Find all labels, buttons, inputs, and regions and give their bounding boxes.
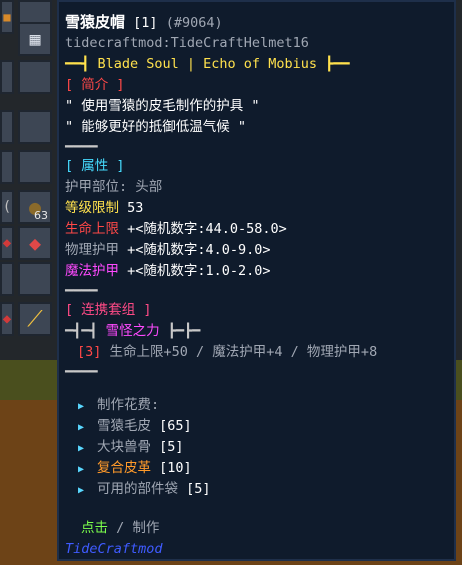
item-internal-name: tidecraftmod:TideCraftHelmet16 (65, 35, 309, 51)
item-id: (#9064) (165, 15, 223, 31)
inventory-slot[interactable] (18, 60, 52, 94)
inventory-slot[interactable]: ( (0, 190, 14, 224)
stat-value: +<随机数字:44.0-58.0> (127, 221, 287, 237)
inventory-slot[interactable]: ● 63 (18, 190, 52, 224)
craft-item-count: [5] (159, 439, 184, 455)
craft-item-name: 雪猿毛皮 (97, 418, 151, 434)
divider: ━━━━ (65, 139, 98, 155)
stat-value: +<随机数字:4.0-9.0> (127, 242, 271, 258)
click-label: 点击 (81, 520, 108, 536)
arrow-right-icon: ▶ (77, 401, 85, 412)
arrow-right-icon: ▶ (77, 485, 85, 496)
craft-header: ▶ 制作花费: (65, 395, 448, 416)
flame-gem-icon: ◆ (28, 231, 42, 255)
level-value: 53 (127, 200, 144, 216)
inventory-slot[interactable] (0, 110, 14, 144)
sword-icon: ⟋ (27, 306, 43, 332)
set-name: 雪怪之力 (105, 323, 160, 339)
craft-action[interactable]: 点击 / 制作 (65, 518, 448, 539)
arrow-right-icon: ▶ (77, 443, 85, 454)
slot-stack-count: 63 (34, 209, 48, 222)
inventory-slot[interactable]: ⟋ (18, 302, 52, 336)
inventory-slot[interactable] (18, 150, 52, 184)
inventory-slot[interactable]: ▦ (18, 22, 52, 56)
craft-item-name: 可用的部件袋 (97, 481, 178, 497)
inventory-slot[interactable] (0, 60, 14, 94)
armor-slot: 护甲部位: 头部 (65, 179, 163, 195)
craft-item-count: [5] (186, 481, 211, 497)
item-name: 雪猿皮帽 (65, 13, 126, 31)
item-icon: ■ (3, 10, 11, 24)
scythe-icon: ( (2, 199, 12, 215)
set-bonus: [3] 生命上限+50 / 魔法护甲+4 / 物理护甲+8 (65, 342, 448, 363)
stat-label: 生命上限 (65, 221, 119, 237)
inventory-slot[interactable]: ◆ (0, 302, 14, 336)
divider: ━━━━ (65, 364, 98, 380)
stat-armor: 物理护甲 +<随机数字:4.0-9.0> (65, 240, 448, 261)
inventory-slot[interactable] (0, 150, 14, 184)
craft-label: 制作 (132, 520, 160, 536)
set-header: [ 连携套组 ] (65, 302, 152, 318)
craft-item-count: [10] (159, 460, 192, 476)
craft-item: ▶ 可用的部件袋 [5] (65, 479, 448, 500)
inventory-slot[interactable] (0, 262, 14, 296)
intro-header: [ 简介 ] (65, 77, 125, 93)
item-tooltip: 雪猿皮帽 [1] (#9064) tidecraftmod:TideCraftH… (57, 0, 456, 561)
item-stack: [1] (133, 15, 158, 31)
stat-hp: 生命上限 +<随机数字:44.0-58.0> (65, 219, 448, 240)
inventory-slot[interactable]: ■ (0, 0, 14, 34)
intro-line-2: " 能够更好的抵御低温气候 " (65, 119, 247, 135)
stat-label: 魔法护甲 (65, 263, 119, 279)
arrow-right-icon: ▶ (77, 422, 85, 433)
stat-magic-armor: 魔法护甲 +<随机数字:1.0-2.0> (65, 261, 448, 282)
level-requirement: 等级限制 53 (65, 198, 448, 219)
craft-item: ▶ 大块兽骨 [5] (65, 437, 448, 458)
craft-item-count: [65] (159, 418, 192, 434)
mod-name: TideCraftmod (65, 541, 163, 557)
stat-label: 物理护甲 (65, 242, 119, 258)
craft-item: ▶ 雪猿毛皮 [65] (65, 416, 448, 437)
set-title-line: ━┫━┫ 雪怪之力 ┣━┣━ (65, 323, 201, 339)
flame-gem-icon: ◆ (2, 311, 12, 327)
inventory-slot[interactable]: ◆ (18, 226, 52, 260)
craft-item-name: 大块兽骨 (97, 439, 151, 455)
inventory-slot[interactable] (18, 262, 52, 296)
divider: ━━━━ (65, 283, 98, 299)
inventory-slot[interactable]: ◆ (0, 226, 14, 260)
inventory-slot[interactable] (18, 110, 52, 144)
stat-value: +<随机数字:1.0-2.0> (127, 263, 271, 279)
item-series-line: ━━┫ Blade Soul | Echo of Mobius ┣━━ (65, 56, 350, 72)
craft-item-name: 复合皮革 (97, 460, 151, 476)
arrow-right-icon: ▶ (77, 464, 85, 475)
set-bonus-text: 生命上限+50 / 魔法护甲+4 / 物理护甲+8 (109, 344, 378, 360)
crafting-table-icon: ▦ (29, 28, 41, 50)
attr-header: [ 属性 ] (65, 158, 125, 174)
set-bonus-count: [3] (77, 344, 102, 360)
level-label: 等级限制 (65, 200, 119, 216)
item-header: 雪猿皮帽 [1] (#9064) (65, 12, 448, 33)
flame-gem-icon: ◆ (2, 235, 12, 251)
craft-item: ▶ 复合皮革 [10] (65, 458, 448, 479)
intro-line-1: " 使用雪猿的皮毛制作的护具 " (65, 98, 260, 114)
